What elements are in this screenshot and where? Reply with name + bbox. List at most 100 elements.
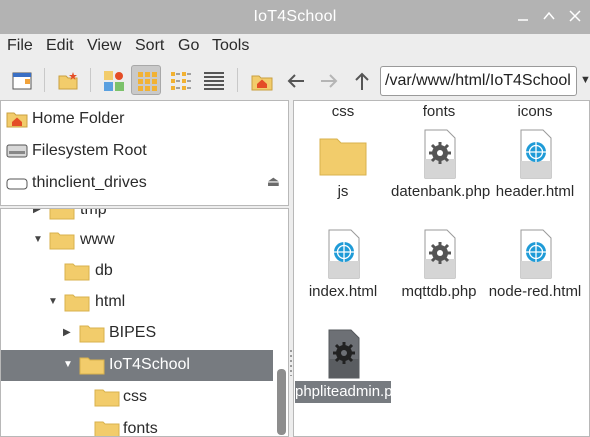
folder-icon: [79, 357, 105, 375]
up-arrow-icon: [355, 72, 369, 90]
folder-icon: [319, 138, 367, 176]
tree-node-iot4school[interactable]: ▼ IoT4School: [1, 350, 273, 381]
maximize-button[interactable]: [538, 5, 560, 27]
drive-icon: [6, 144, 28, 158]
list-view-icon: [204, 72, 224, 90]
toolbar-separator: [44, 68, 45, 92]
tree-scrollbar[interactable]: [277, 369, 286, 435]
menu-sort[interactable]: Sort: [135, 37, 164, 55]
html-file-icon: [520, 229, 552, 279]
tree-label: IoT4School: [109, 356, 190, 373]
forward-arrow-icon: [321, 74, 338, 88]
directory-tree: ▶ tmp ▼ www db ▼ html ▶ BIPES ▼ IoT4Scho…: [0, 208, 289, 437]
tree-label: db: [95, 262, 113, 279]
icon-view-icon: [138, 72, 157, 91]
tree-node-db[interactable]: db: [1, 256, 273, 287]
thumbnails-icon: [104, 71, 124, 91]
menu-bar: File Edit View Sort Go Tools: [0, 34, 590, 60]
menu-view[interactable]: View: [87, 37, 121, 55]
file-item-icons-label[interactable]: icons: [487, 103, 583, 120]
folder-icon: [49, 232, 75, 250]
expand-arrow-icon[interactable]: ▶: [33, 209, 41, 215]
file-name: header.html: [495, 183, 575, 200]
folder-icon: [49, 209, 75, 220]
php-file-icon: [424, 129, 456, 179]
tree-label: html: [95, 293, 126, 310]
html-file-icon: [328, 229, 360, 279]
minimize-icon: [518, 19, 528, 21]
tree-node-tmp[interactable]: ▶ tmp: [1, 208, 273, 226]
file-name: mqttdb.php: [401, 283, 477, 300]
file-item-css-label[interactable]: css: [295, 103, 391, 120]
minimize-button[interactable]: [512, 5, 534, 27]
collapse-arrow-icon[interactable]: ▼: [63, 359, 73, 370]
toolbar: /var/www/html/IoT4School ▼: [0, 60, 590, 100]
view-compact-button[interactable]: [165, 65, 195, 95]
file-name: phpliteadmin.php: [295, 381, 409, 403]
home-folder-icon: [251, 75, 273, 91]
new-window-button[interactable]: [6, 65, 36, 95]
php-file-icon: [328, 329, 360, 379]
toolbar-separator: [237, 68, 238, 92]
file-name: node-red.html: [488, 283, 582, 300]
php-file-icon: [424, 229, 456, 279]
html-file-icon: [520, 129, 552, 179]
drive-icon: [6, 178, 28, 190]
forward-button[interactable]: [313, 65, 343, 95]
menu-edit[interactable]: Edit: [46, 37, 74, 55]
tree-node-html[interactable]: ▼ html: [1, 287, 273, 318]
expand-arrow-icon[interactable]: ▶: [63, 327, 71, 338]
folder-icon: [64, 294, 90, 312]
folder-icon: [94, 421, 120, 436]
title-bar[interactable]: IoT4School: [0, 0, 590, 34]
view-icons-button[interactable]: [131, 65, 161, 95]
tree-label: fonts: [123, 420, 158, 437]
places-pane: Home Folder Filesystem Root thinclient_d…: [0, 100, 289, 206]
place-home-folder[interactable]: Home Folder: [1, 103, 288, 133]
place-label: Filesystem Root: [32, 142, 147, 159]
eject-icon[interactable]: ⏏: [267, 173, 280, 190]
file-item-fonts-label[interactable]: fonts: [391, 103, 487, 120]
home-button[interactable]: [246, 65, 276, 95]
back-arrow-icon: [287, 74, 304, 88]
view-thumbnails-button[interactable]: [98, 65, 128, 95]
file-icon-view: css fonts icons js datenbank.php header.…: [293, 100, 590, 437]
file-name: datenbank.php: [391, 183, 491, 200]
menu-tools[interactable]: Tools: [212, 37, 249, 55]
compact-view-icon: [171, 72, 191, 90]
view-list-button[interactable]: [198, 65, 228, 95]
back-button[interactable]: [280, 65, 310, 95]
home-folder-icon: [6, 112, 28, 128]
place-label: thinclient_drives: [32, 174, 147, 191]
menu-file[interactable]: File: [7, 37, 33, 55]
collapse-arrow-icon[interactable]: ▼: [33, 234, 43, 245]
tree-label: css: [123, 388, 147, 405]
toolbar-separator: [90, 68, 91, 92]
place-label: Home Folder: [32, 110, 125, 127]
tree-node-www[interactable]: ▼ www: [1, 225, 273, 256]
window-title: IoT4School: [253, 8, 337, 25]
collapse-arrow-icon[interactable]: ▼: [48, 296, 58, 307]
folder-icon: [64, 263, 90, 281]
menu-go[interactable]: Go: [178, 37, 199, 55]
new-folder-icon: [58, 72, 78, 90]
place-filesystem-root[interactable]: Filesystem Root: [1, 135, 288, 165]
tree-label: tmp: [80, 208, 107, 218]
tree-label: www: [80, 231, 115, 248]
close-icon: [569, 10, 581, 22]
place-thinclient-drives[interactable]: thinclient_drives ⏏: [1, 167, 288, 197]
file-name: js: [337, 183, 349, 200]
splitter-grip[interactable]: [290, 350, 292, 376]
tree-node-css[interactable]: css: [1, 382, 273, 413]
file-name: index.html: [308, 283, 378, 300]
folder-icon: [94, 389, 120, 407]
maximize-icon: [543, 11, 555, 20]
tree-node-fonts[interactable]: fonts: [1, 414, 273, 437]
close-button[interactable]: [564, 5, 586, 27]
up-button[interactable]: [346, 65, 376, 95]
new-folder-button[interactable]: [52, 65, 82, 95]
new-window-icon: [12, 72, 32, 90]
tree-node-bipes[interactable]: ▶ BIPES: [1, 318, 273, 349]
path-dropdown-icon[interactable]: ▼: [580, 74, 590, 86]
path-input[interactable]: /var/www/html/IoT4School: [380, 66, 577, 96]
